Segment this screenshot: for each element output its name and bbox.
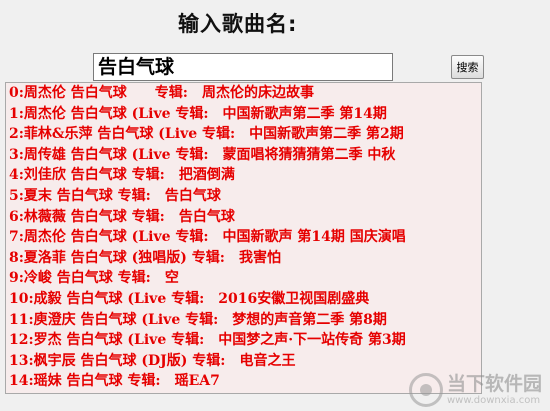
search-button[interactable]: 搜索 [451, 55, 484, 79]
result-item[interactable]: 6:林薇薇 告白气球 专辑: 告白气球 [6, 207, 481, 228]
result-item[interactable]: 2:菲林&乐萍 告白气球 (Live 专辑: 中国新歌声第二季 第2期 [6, 124, 481, 145]
result-item[interactable]: 5:夏末 告白气球 专辑: 告白气球 [6, 186, 481, 207]
result-item[interactable]: 8:夏洛菲 告白气球 (独唱版) 专辑: 我害怕 [6, 248, 481, 269]
result-item[interactable]: 7:周杰伦 告白气球 (Live 专辑: 中国新歌声 第14期 国庆演唱 [6, 227, 481, 248]
watermark-url: www.downxia.com [446, 394, 541, 406]
result-item[interactable]: 1:周杰伦 告白气球 (Live 专辑: 中国新歌声第二季 第14期 [6, 104, 481, 125]
result-item[interactable]: 12:罗杰 告白气球 (Live 专辑: 中国梦之声·下一站传奇 第3期 [6, 330, 481, 351]
result-item[interactable]: 4:刘佳欣 告白气球 专辑: 把酒倒满 [6, 165, 481, 186]
result-item[interactable]: 11:庾澄庆 告白气球 (Live 专辑: 梦想的声音第二季 第8期 [6, 310, 481, 331]
page-title: 输入歌曲名: [178, 12, 298, 36]
result-item[interactable]: 9:冷峻 告白气球 专辑: 空 [6, 268, 481, 289]
results-list[interactable]: 0:周杰伦 告白气球 专辑: 周杰伦的床边故事 1:周杰伦 告白气球 (Live… [5, 82, 482, 394]
result-item[interactable]: 10:成毅 告白气球 (Live 专辑: 2016安徽卫视国剧盛典 [6, 289, 481, 310]
result-item[interactable]: 0:周杰伦 告白气球 专辑: 周杰伦的床边故事 [6, 83, 481, 104]
result-item[interactable]: 3:周传雄 告白气球 (Live 专辑: 蒙面唱将猜猜猜第二季 中秋 [6, 145, 481, 166]
result-item[interactable]: 13:枫宇辰 告白气球 (DJ版) 专辑: 电音之王 [6, 351, 481, 372]
result-item[interactable]: 14:瑶妹 告白气球 专辑: 瑶EA7 [6, 371, 481, 392]
song-name-input[interactable]: 告白气球 [93, 53, 393, 81]
